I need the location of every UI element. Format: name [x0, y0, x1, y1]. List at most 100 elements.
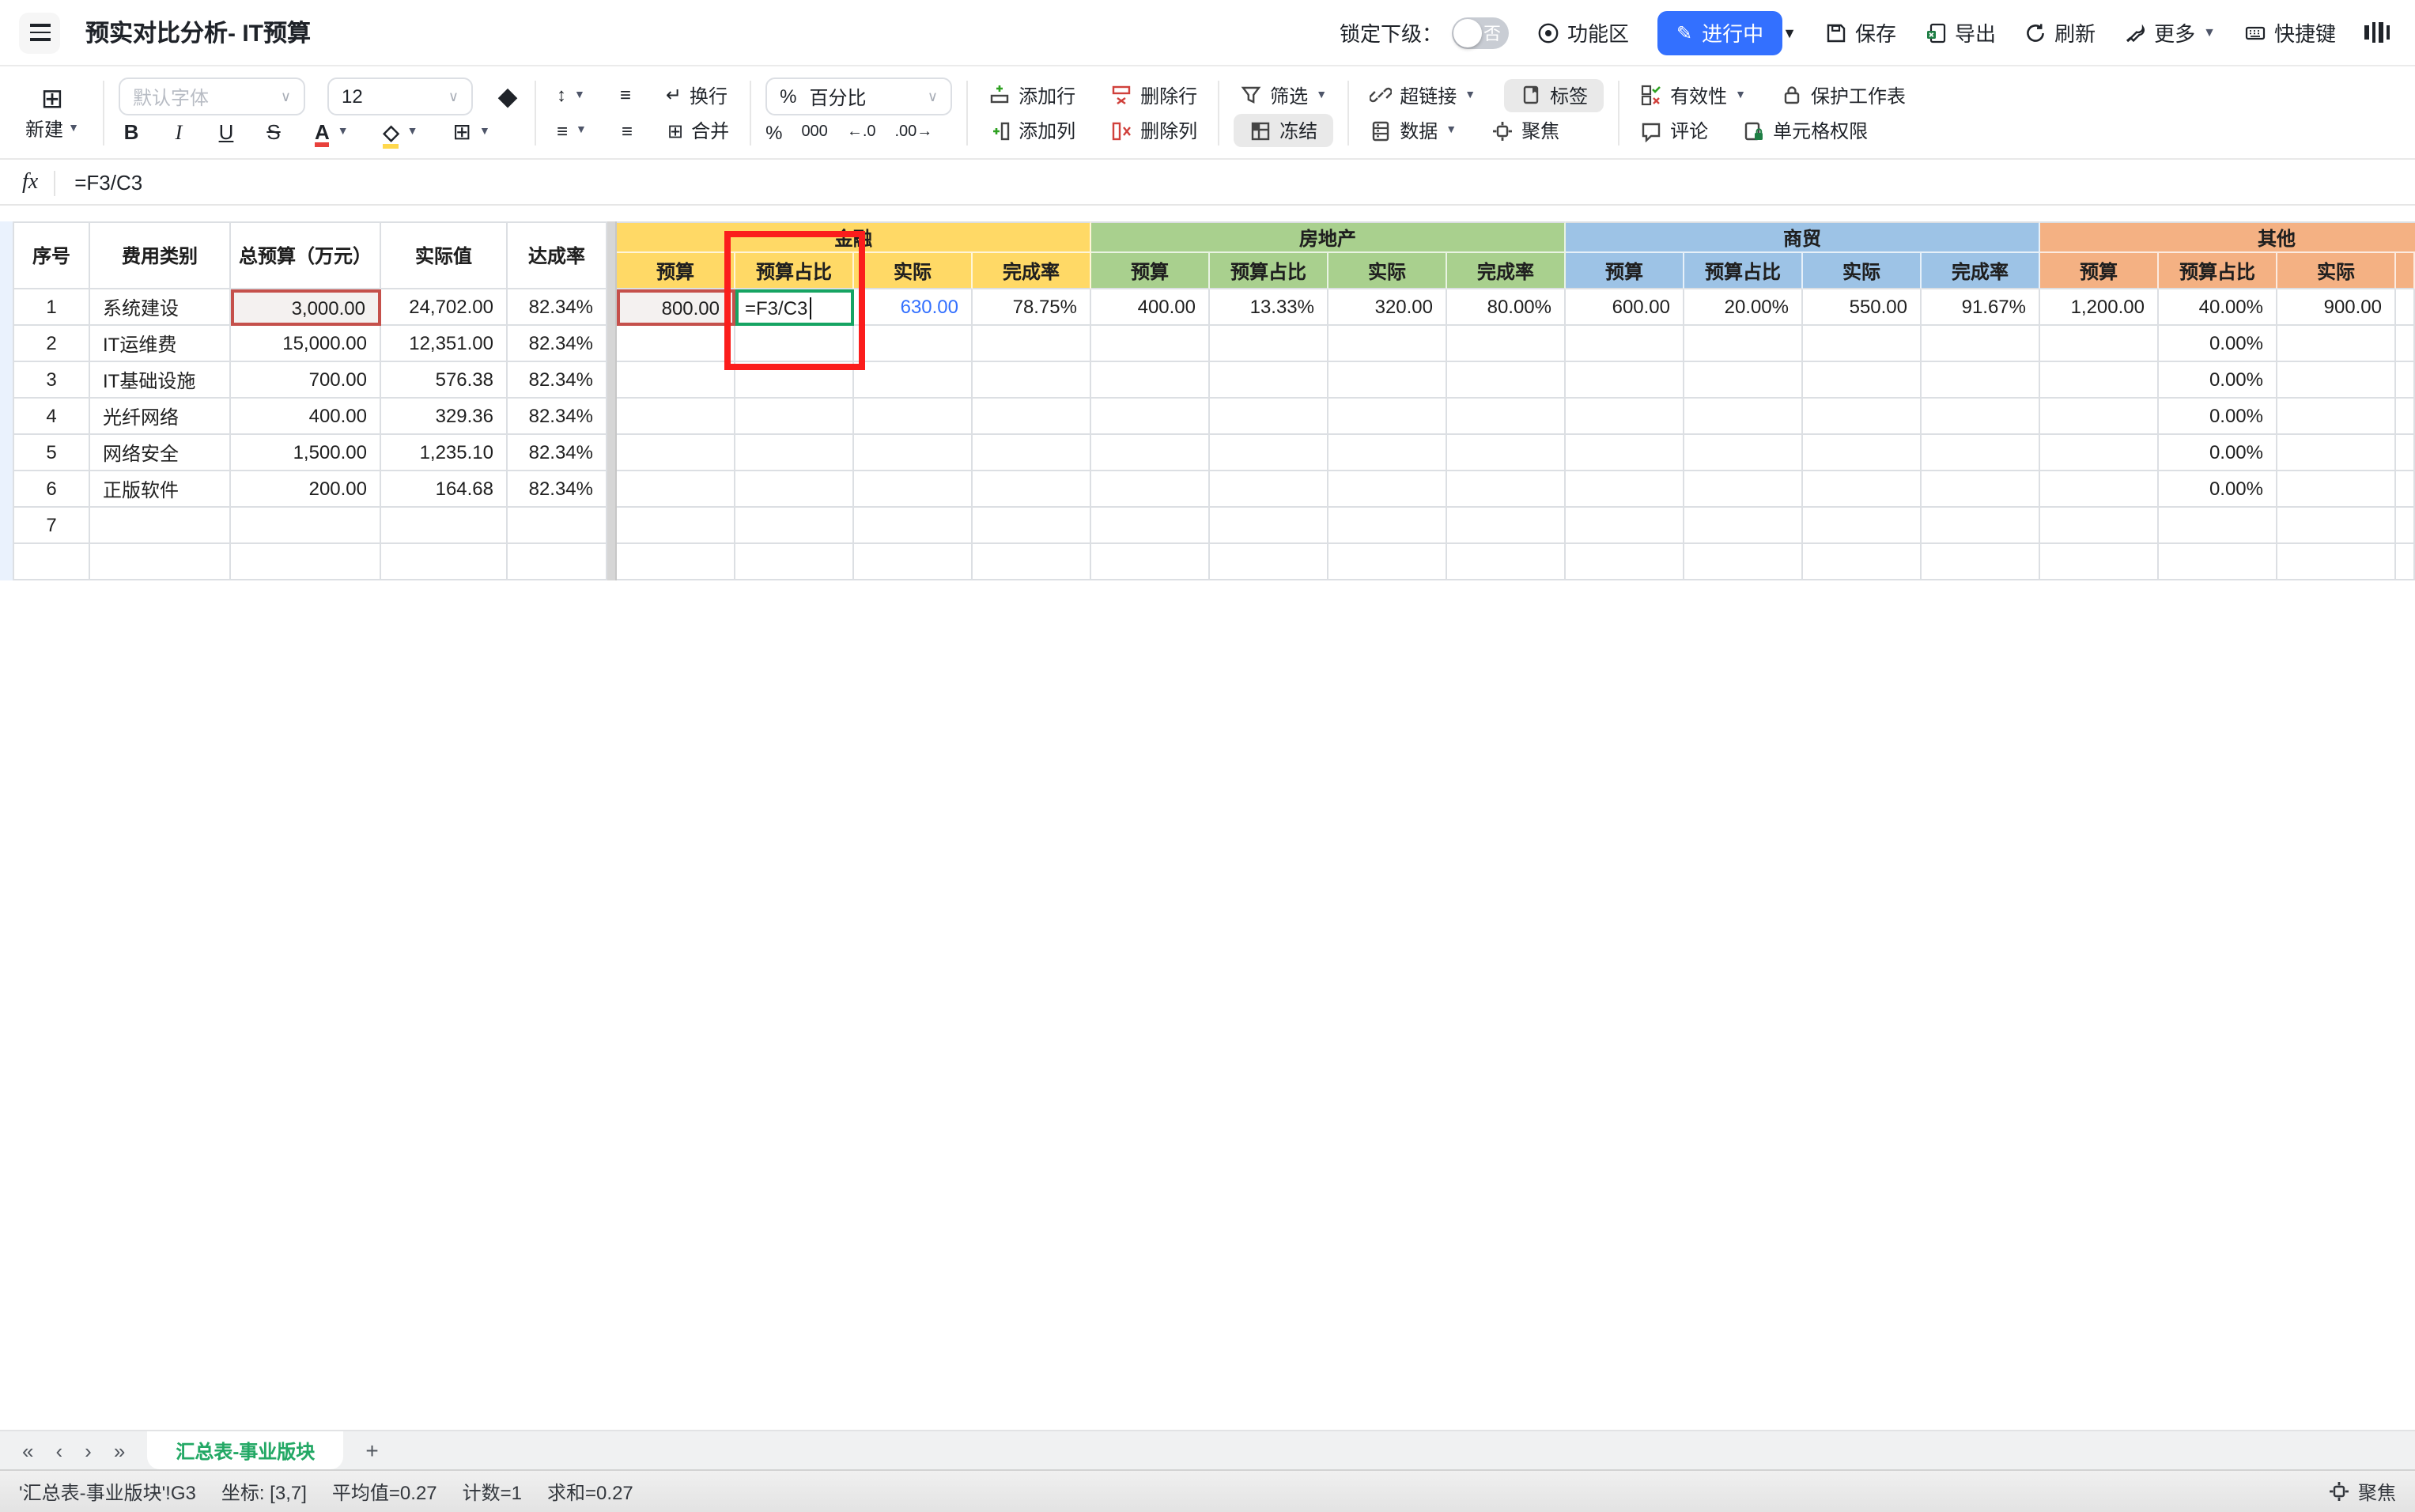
sub-header[interactable]: 实际 [1328, 253, 1447, 289]
cell[interactable] [1328, 435, 1447, 471]
cell[interactable] [1566, 435, 1684, 471]
cell[interactable]: 1 [13, 289, 90, 326]
cell[interactable] [2040, 326, 2159, 362]
cell[interactable] [617, 544, 735, 580]
cell[interactable]: 4 [13, 399, 90, 435]
cell[interactable] [973, 435, 1091, 471]
export-button[interactable]: 导出 [1925, 17, 1996, 47]
focus-button[interactable]: 聚焦 [1485, 115, 1566, 148]
thousand-separator-icon[interactable]: 000 [801, 123, 827, 141]
cell[interactable] [2159, 544, 2277, 580]
cell[interactable]: 0.00% [2159, 362, 2277, 399]
sub-header[interactable]: 预算 [2040, 253, 2159, 289]
cell[interactable]: 600.00 [1566, 289, 1684, 326]
cell[interactable] [1328, 326, 1447, 362]
cell[interactable] [1684, 508, 1803, 544]
cell[interactable] [508, 544, 607, 580]
cell[interactable]: 24,702.00 [381, 289, 508, 326]
cell[interactable]: 2 [13, 326, 90, 362]
cell[interactable]: 82.34% [508, 471, 607, 508]
sub-header[interactable]: 完成率 [1447, 253, 1566, 289]
cell[interactable] [1447, 435, 1566, 471]
cell-permission-button[interactable]: 单元格权限 [1737, 115, 1874, 148]
cell[interactable] [1447, 508, 1566, 544]
cell[interactable] [973, 326, 1091, 362]
sub-header[interactable]: 预算占比 [1684, 253, 1803, 289]
cell[interactable] [1210, 544, 1328, 580]
group-header[interactable]: 房地产 [1091, 221, 1566, 253]
cell[interactable]: 900.00 [2277, 289, 2396, 326]
cell[interactable]: 82.34% [508, 326, 607, 362]
cell[interactable] [2277, 435, 2396, 471]
merge-cells-button[interactable]: ⊞合并 [661, 115, 735, 148]
cell[interactable] [2277, 362, 2396, 399]
sub-header[interactable]: 实际 [2277, 253, 2396, 289]
cell[interactable] [1566, 326, 1684, 362]
cell[interactable] [90, 544, 231, 580]
cell[interactable] [1447, 471, 1566, 508]
cell[interactable]: 400.00 [231, 399, 381, 435]
cell[interactable] [735, 544, 854, 580]
percent-format-icon[interactable]: % [765, 121, 782, 143]
cell[interactable]: 550.00 [1803, 289, 1922, 326]
cell[interactable] [2040, 362, 2159, 399]
cell[interactable] [1566, 362, 1684, 399]
cell[interactable] [1091, 362, 1210, 399]
cell[interactable] [2277, 326, 2396, 362]
doc-status-button[interactable]: ✎ 进行中 [1657, 10, 1782, 55]
cell[interactable] [1803, 399, 1922, 435]
cell[interactable] [1803, 326, 1922, 362]
cell[interactable] [973, 508, 1091, 544]
cell[interactable] [2277, 508, 2396, 544]
cell[interactable] [1922, 471, 2040, 508]
cell[interactable] [1328, 544, 1447, 580]
freeze-pane-divider[interactable] [607, 221, 617, 580]
cell[interactable]: 0.00% [2159, 399, 2277, 435]
cell-partial[interactable] [2396, 435, 2415, 471]
cell[interactable] [854, 471, 973, 508]
cell-partial[interactable] [2396, 471, 2415, 508]
cell[interactable] [973, 362, 1091, 399]
freeze-button[interactable]: 冻结 [1234, 115, 1333, 148]
cell[interactable] [381, 508, 508, 544]
ribbon-button[interactable]: 功能区 [1537, 17, 1629, 47]
cell[interactable] [90, 508, 231, 544]
sheet-canvas[interactable]: 序号费用类别总预算（万元）实际值达成率金融房地产商贸其他预算预算占比实际完成率预… [0, 206, 2415, 1430]
cell[interactable]: 15,000.00 [231, 326, 381, 362]
row-height-button[interactable]: ↕▼ [550, 81, 591, 110]
cell[interactable] [1328, 362, 1447, 399]
font-size-select[interactable]: 12 ∨ [327, 77, 473, 115]
cell[interactable] [1091, 435, 1210, 471]
comment-button[interactable]: 评论 [1634, 115, 1714, 148]
sub-header-partial[interactable] [2396, 253, 2415, 289]
cell[interactable] [735, 399, 854, 435]
cell[interactable] [1328, 399, 1447, 435]
cell[interactable]: 正版软件 [90, 471, 231, 508]
cell[interactable] [854, 399, 973, 435]
cell[interactable] [735, 362, 854, 399]
delete-row-button[interactable]: 删除行 [1104, 79, 1204, 112]
cell[interactable] [1803, 471, 1922, 508]
add-column-button[interactable]: 添加列 [982, 115, 1082, 148]
cell[interactable]: 78.75% [973, 289, 1091, 326]
filter-button[interactable]: 筛选▼ [1234, 79, 1333, 112]
sub-header[interactable]: 预算占比 [1210, 253, 1328, 289]
outdent-button[interactable]: ≡ [615, 117, 639, 146]
cell[interactable] [617, 399, 735, 435]
cell[interactable]: 12,351.00 [381, 326, 508, 362]
cell[interactable] [1210, 471, 1328, 508]
cell[interactable]: 1,500.00 [231, 435, 381, 471]
cell[interactable] [1922, 399, 2040, 435]
cell[interactable] [1566, 544, 1684, 580]
cell[interactable] [2277, 471, 2396, 508]
cell[interactable]: 630.00 [854, 289, 973, 326]
cell[interactable]: 1,235.10 [381, 435, 508, 471]
cell[interactable]: 0.00% [2159, 471, 2277, 508]
cell[interactable] [1091, 544, 1210, 580]
cell[interactable]: 700.00 [231, 362, 381, 399]
sub-header[interactable]: 实际 [1803, 253, 1922, 289]
cell[interactable]: 网络安全 [90, 435, 231, 471]
cell[interactable] [1210, 362, 1328, 399]
align-button[interactable]: ≡▼ [550, 117, 593, 146]
cell[interactable] [2277, 544, 2396, 580]
